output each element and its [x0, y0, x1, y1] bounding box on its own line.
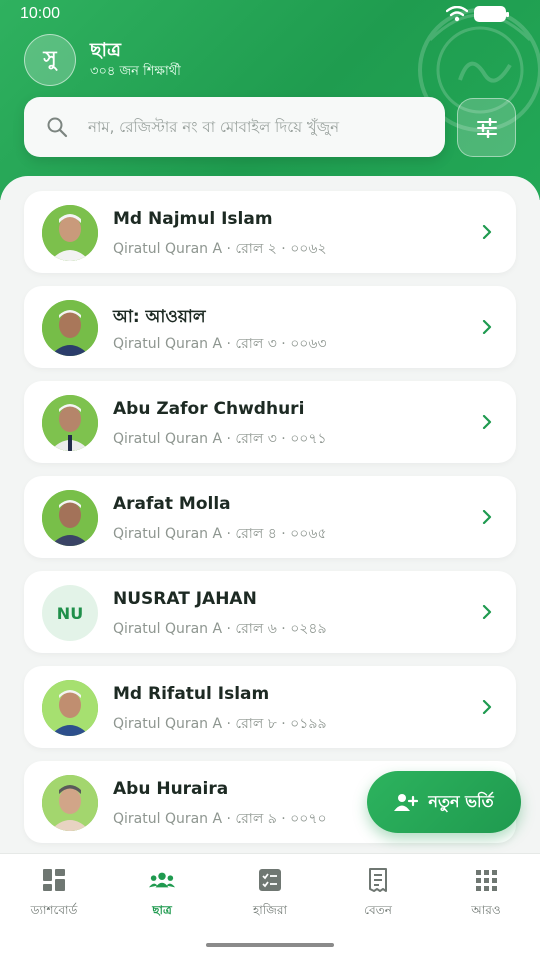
- status-bar: 10:00: [0, 0, 540, 30]
- student-card[interactable]: Arafat Molla Qiratul Quran A · রোল ৪ · ০…: [24, 476, 516, 558]
- nav-label: আরও: [471, 903, 501, 917]
- filter-button[interactable]: [457, 98, 516, 157]
- student-list: Md Najmul Islam Qiratul Quran A · রোল ২ …: [0, 176, 540, 866]
- student-meta: Qiratul Quran A · রোল ৩ · ০০৬৩: [113, 336, 327, 352]
- add-person-icon: [394, 794, 419, 811]
- search-icon: [47, 117, 68, 138]
- status-time: 10:00: [20, 5, 61, 22]
- nav-label: ছাত্র: [152, 903, 172, 917]
- nav-attendance[interactable]: হাজিরা: [216, 868, 324, 928]
- nav-label: হাজিরা: [252, 903, 288, 917]
- student-photo: [42, 300, 98, 356]
- student-name: Abu Zafor Chwdhuri: [113, 399, 305, 419]
- student-card[interactable]: Abu Zafor Chwdhuri Qiratul Quran A · রোল…: [24, 381, 516, 463]
- student-name: Md Najmul Islam: [113, 209, 273, 229]
- attendance-icon: [259, 869, 281, 891]
- chevron-right-icon: [482, 225, 492, 239]
- student-card[interactable]: আ: আওয়াল Qiratul Quran A · রোল ৩ · ০০৬৩: [24, 286, 516, 368]
- student-meta: Qiratul Quran A · রোল ৪ · ০০৬৫: [113, 526, 327, 542]
- student-name: NUSRAT JAHAN: [113, 589, 257, 609]
- student-meta: Qiratul Quran A · রোল ৩ · ০০৭১: [113, 431, 327, 447]
- student-photo: [42, 775, 98, 831]
- fees-icon: [369, 868, 387, 892]
- nav-dashboard[interactable]: ড্যাশবোর্ড: [0, 868, 108, 928]
- student-count: ৩০৪ জন শিক্ষার্থী: [90, 64, 181, 79]
- new-admission-label: নতুন ভর্তি: [428, 791, 494, 811]
- student-card[interactable]: Md Rifatul Islam Qiratul Quran A · রোল ৮…: [24, 666, 516, 748]
- student-name: আ: আওয়াল: [113, 307, 206, 327]
- chevron-right-icon: [482, 415, 492, 429]
- nav-label: বেতন: [364, 903, 392, 917]
- nav-more[interactable]: আরও: [432, 868, 540, 928]
- chevron-right-icon: [482, 510, 492, 524]
- student-meta: Qiratul Quran A · রোল ৮ · ০১৯৯: [113, 716, 327, 732]
- nav-label: ড্যাশবোর্ড: [30, 903, 78, 917]
- wifi-icon: [446, 6, 468, 22]
- student-photo: [42, 395, 98, 451]
- more-grid-icon: [476, 870, 497, 891]
- student-meta: Qiratul Quran A · রোল ৬ · ০২৪৯: [113, 621, 327, 637]
- student-initials-avatar: NU: [42, 585, 98, 641]
- student-card[interactable]: NU NUSRAT JAHAN Qiratul Quran A · রোল ৬ …: [24, 571, 516, 653]
- new-admission-button[interactable]: নতুন ভর্তি: [367, 771, 521, 833]
- chevron-right-icon: [482, 700, 492, 714]
- student-meta: Qiratul Quran A · রোল ২ · ০০৬২: [113, 241, 327, 257]
- chevron-right-icon: [482, 605, 492, 619]
- student-name: Abu Huraira: [113, 779, 229, 799]
- student-meta: Qiratul Quran A · রোল ৯ · ০০৭০: [113, 811, 327, 827]
- students-icon: [149, 872, 175, 888]
- student-name: Md Rifatul Islam: [113, 684, 270, 704]
- user-avatar[interactable]: সু: [24, 34, 76, 86]
- nav-students[interactable]: ছাত্র: [108, 868, 216, 928]
- student-photo: [42, 205, 98, 261]
- chevron-right-icon: [482, 320, 492, 334]
- student-name: Arafat Molla: [113, 494, 231, 514]
- battery-icon: [474, 6, 509, 22]
- student-photo: [42, 680, 98, 736]
- student-card[interactable]: Md Najmul Islam Qiratul Quran A · রোল ২ …: [24, 191, 516, 273]
- search-input[interactable]: [88, 111, 433, 143]
- home-indicator[interactable]: [206, 943, 334, 947]
- filter-sliders-icon: [476, 117, 497, 138]
- nav-fees[interactable]: বেতন: [324, 868, 432, 928]
- dashboard-icon: [43, 869, 65, 891]
- student-photo: [42, 490, 98, 546]
- search-box[interactable]: [24, 97, 445, 157]
